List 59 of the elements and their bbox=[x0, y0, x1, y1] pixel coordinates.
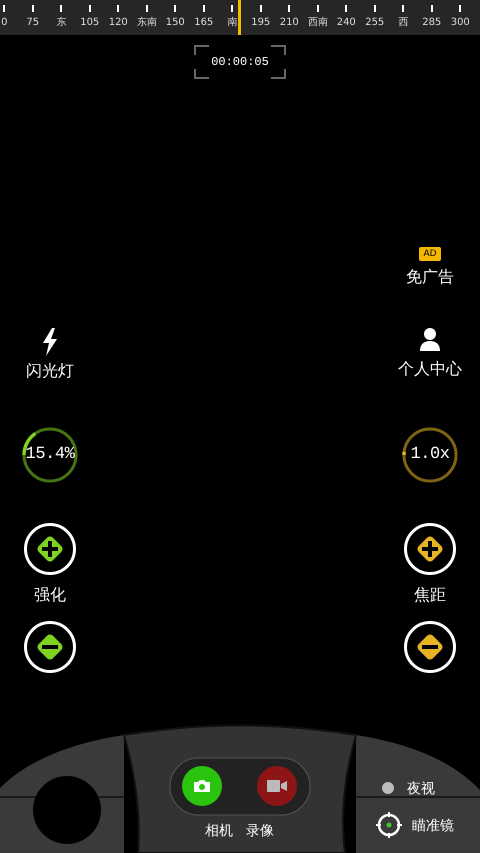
remove-ads-label[interactable]: 免广告 bbox=[406, 265, 454, 289]
progress-ring bbox=[21, 426, 79, 484]
compass-tick bbox=[146, 5, 148, 12]
compass-label: 165 bbox=[194, 16, 214, 30]
compass-label: 240 bbox=[336, 16, 356, 30]
compass-label: 195 bbox=[251, 16, 270, 30]
compass-tick bbox=[402, 5, 404, 12]
compass-label: 南 bbox=[227, 16, 238, 30]
compass-label: 0 bbox=[1, 16, 8, 30]
increase-button[interactable] bbox=[24, 523, 76, 575]
flash-label[interactable]: 闪光灯 bbox=[26, 359, 74, 383]
compass-tick bbox=[88, 5, 91, 12]
recording-timer: 00:00:05 bbox=[211, 54, 269, 71]
focus-label: 焦距 bbox=[414, 584, 446, 606]
compass-label: 东南 bbox=[136, 16, 157, 30]
heading-marker bbox=[238, 0, 241, 35]
compass-label: 西 bbox=[398, 16, 408, 30]
enhance-label: 强化 bbox=[34, 584, 66, 606]
compass-label: 西南 bbox=[308, 16, 328, 30]
compass-tick bbox=[260, 5, 262, 12]
compass-label: 东 bbox=[56, 16, 66, 30]
compass-label: 75 bbox=[26, 16, 40, 30]
ad-badge: AD bbox=[419, 247, 441, 261]
flash-auto-icon[interactable] bbox=[40, 327, 60, 357]
night-vision-label[interactable]: 夜视 bbox=[407, 779, 435, 800]
crosshair-icon[interactable] bbox=[376, 812, 402, 838]
compass-tick bbox=[3, 5, 6, 12]
camera-icon bbox=[193, 779, 211, 793]
zoom-out-button[interactable] bbox=[404, 621, 456, 673]
video-label: 录像 bbox=[246, 822, 274, 841]
camera-label: 相机 bbox=[205, 822, 233, 841]
compass-tick bbox=[231, 5, 234, 12]
compass-tick bbox=[117, 5, 120, 12]
scope-label[interactable]: 瞄准镜 bbox=[412, 816, 454, 837]
person-icon[interactable] bbox=[419, 327, 441, 353]
compass-label: 105 bbox=[80, 16, 100, 30]
compass-tick bbox=[430, 5, 433, 12]
compass-tick bbox=[459, 5, 462, 12]
profile-label[interactable]: 个人中心 bbox=[398, 357, 462, 381]
compass-label: 255 bbox=[365, 16, 384, 30]
compass-tick bbox=[60, 5, 62, 12]
compass-tick bbox=[288, 5, 290, 12]
compass-tick bbox=[32, 5, 34, 12]
compass-label: 285 bbox=[422, 16, 442, 30]
zoom-in-button[interactable] bbox=[404, 523, 456, 575]
progress-ring bbox=[401, 426, 459, 484]
dial-reading: 1.0x bbox=[410, 444, 450, 466]
compass-tick bbox=[316, 5, 319, 12]
compass-label: 300 bbox=[450, 16, 470, 30]
video-camera-icon bbox=[267, 780, 287, 792]
decrease-button[interactable] bbox=[24, 621, 76, 673]
compass-label: 210 bbox=[280, 16, 299, 30]
compass-tick bbox=[374, 5, 376, 12]
dial-reading: 15.4% bbox=[26, 444, 74, 466]
compass-tick bbox=[202, 5, 205, 12]
compass-label: 150 bbox=[166, 16, 185, 30]
compass-label: 120 bbox=[108, 16, 128, 30]
compass-tick bbox=[174, 5, 176, 12]
compass-tick bbox=[345, 5, 348, 12]
